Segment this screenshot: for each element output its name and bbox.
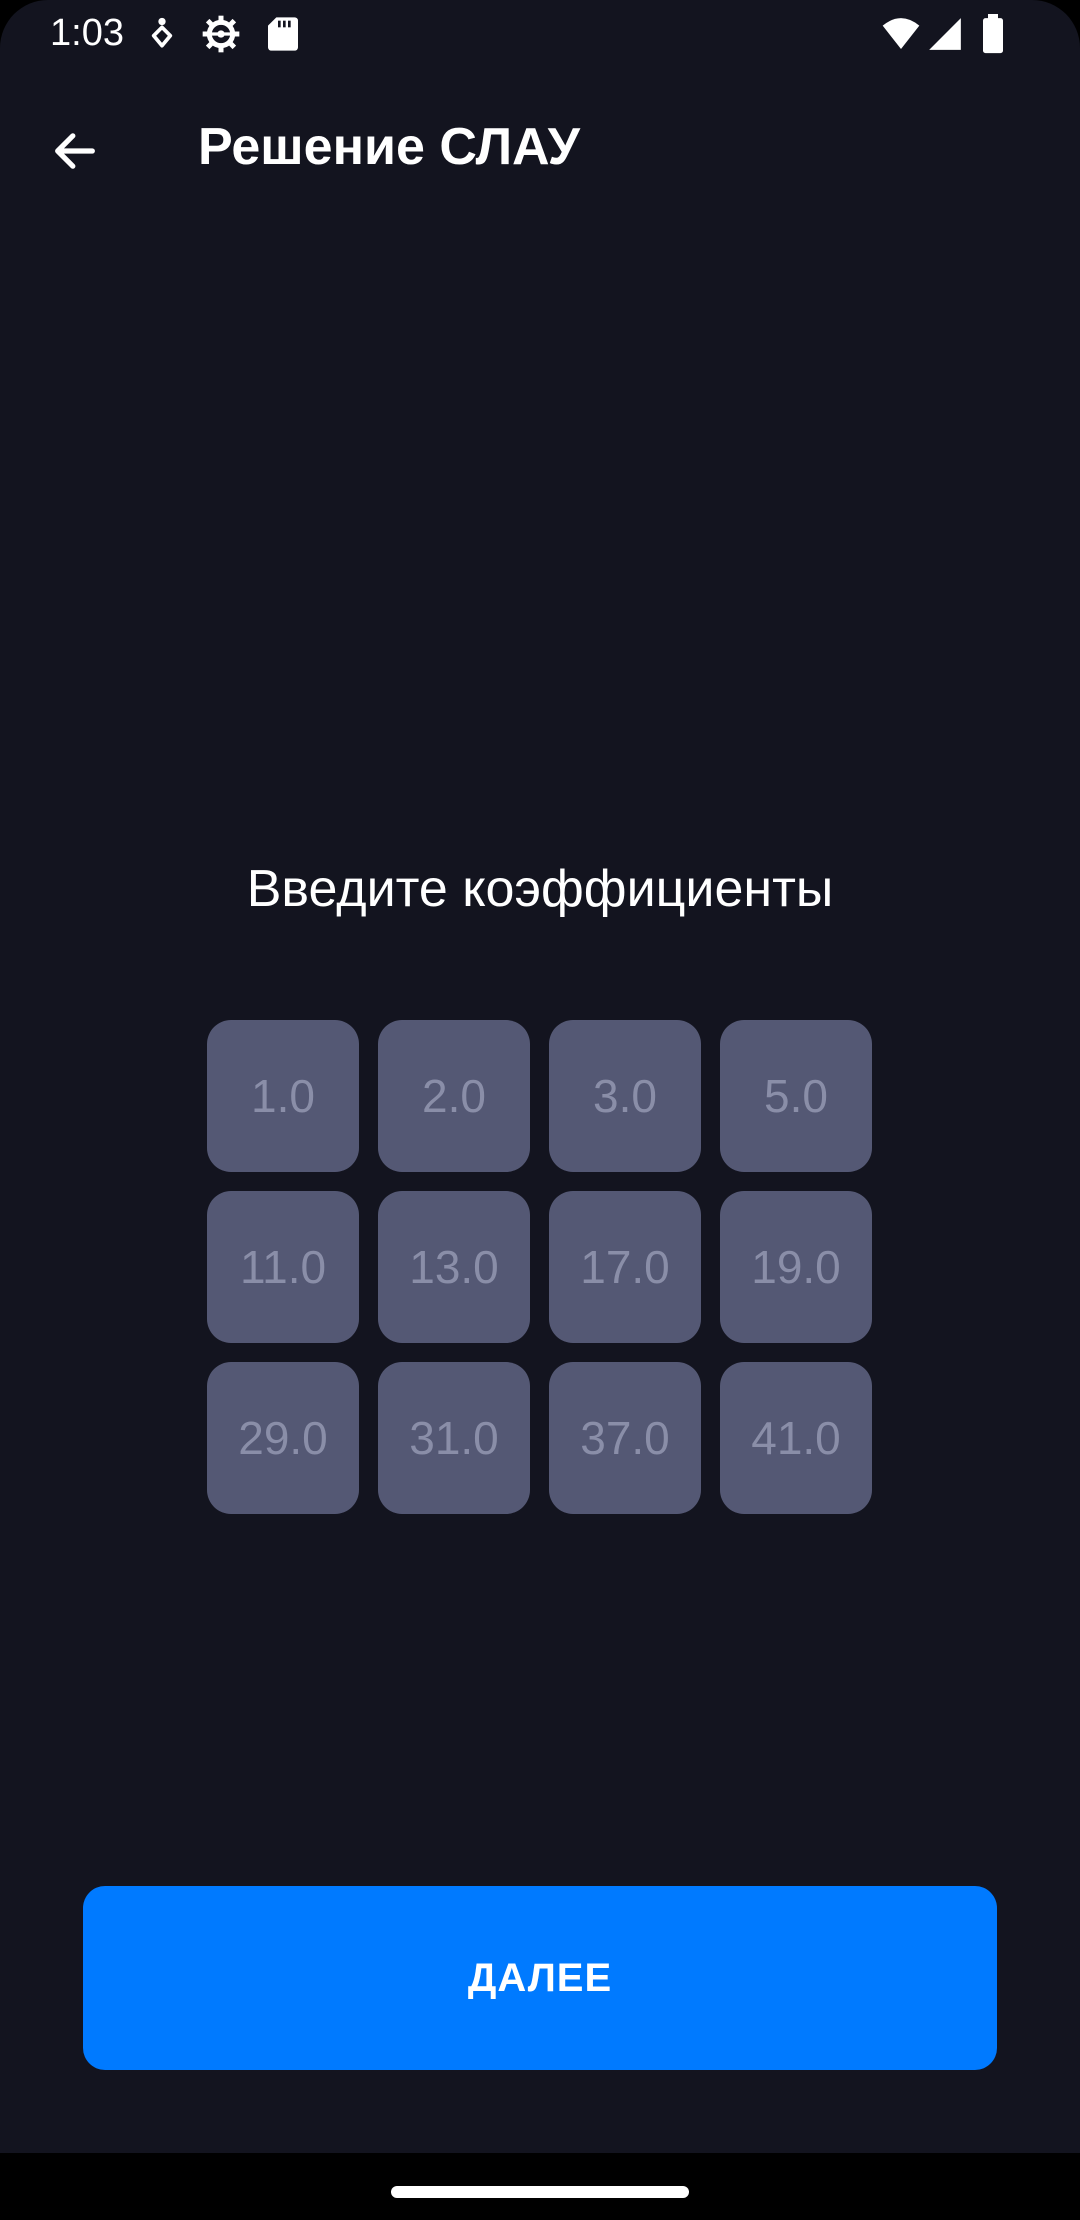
- status-time: 1:03: [50, 12, 124, 54]
- sd-card-icon: [263, 14, 303, 54]
- next-button[interactable]: ДАЛЕЕ: [83, 1886, 997, 2070]
- coefficients-prompt: Введите коэффициенты: [246, 860, 834, 918]
- coefficient-field[interactable]: 29.0: [207, 1362, 359, 1514]
- coefficient-field[interactable]: 37.0: [549, 1362, 701, 1514]
- coefficient-field[interactable]: 19.0: [720, 1191, 872, 1343]
- accessibility-icon: [142, 14, 182, 54]
- next-button-label: ДАЛЕЕ: [467, 1955, 613, 2000]
- settings-gear-icon: [201, 14, 241, 54]
- app-bar: Решение СЛАУ: [0, 66, 1080, 224]
- status-bar: 1:03: [0, 0, 1080, 66]
- coefficient-field[interactable]: 1.0: [207, 1020, 359, 1172]
- coefficient-field[interactable]: 41.0: [720, 1362, 872, 1514]
- coefficient-field[interactable]: 11.0: [207, 1191, 359, 1343]
- coefficient-field[interactable]: 31.0: [378, 1362, 530, 1514]
- coefficient-field[interactable]: 3.0: [549, 1020, 701, 1172]
- coefficients-grid: 1.0 2.0 3.0 5.0 11.0 13.0 17.0 19.0 29.0…: [207, 1020, 873, 1514]
- page-title: Решение СЛАУ: [198, 118, 580, 176]
- home-gesture-handle[interactable]: [391, 2186, 689, 2198]
- arrow-back-icon: [55, 133, 95, 169]
- back-button[interactable]: [30, 106, 120, 196]
- coefficient-field[interactable]: 13.0: [378, 1191, 530, 1343]
- coefficient-field[interactable]: 17.0: [549, 1191, 701, 1343]
- cellular-signal-icon: [926, 14, 964, 54]
- battery-icon: [978, 14, 1008, 54]
- navigation-bar: [0, 2153, 1080, 2220]
- coefficient-field[interactable]: 5.0: [720, 1020, 872, 1172]
- wifi-icon: [878, 14, 924, 54]
- app-screen: 1:03 Решение СЛАУ Введите коэффициенты 1…: [0, 0, 1080, 2220]
- coefficient-field[interactable]: 2.0: [378, 1020, 530, 1172]
